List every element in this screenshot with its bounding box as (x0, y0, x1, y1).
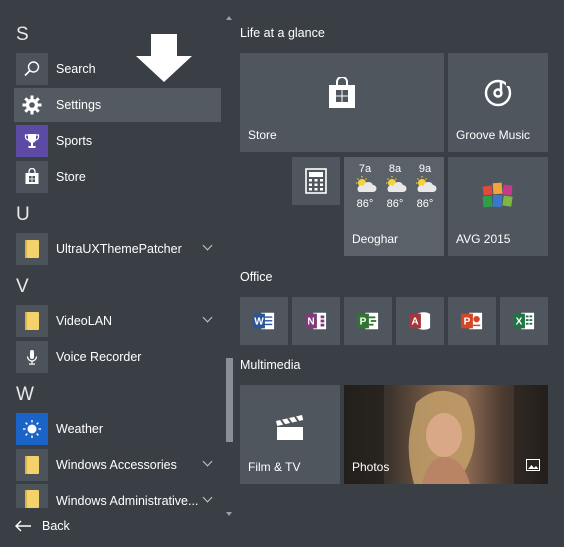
search-icon (16, 53, 48, 85)
folder-icon (16, 305, 48, 337)
scroll-down-icon[interactable] (226, 512, 232, 516)
app-item-label: Windows Administrative... (56, 494, 199, 508)
group-title-office[interactable]: Office (240, 270, 272, 284)
svg-text:X: X (516, 317, 523, 328)
section-letter-s[interactable]: S (16, 24, 29, 46)
app-item-label: Voice Recorder (56, 350, 142, 364)
forecast-time: 8a (388, 163, 402, 175)
photos-badge-icon (526, 458, 540, 476)
project-icon: P (357, 310, 379, 332)
gear-icon (16, 89, 48, 121)
partly-sunny-icon (356, 176, 377, 192)
tile-project[interactable]: P (344, 297, 392, 345)
powerpoint-icon: P (461, 310, 483, 332)
app-item-ultrauxthemepatcher[interactable]: UltraUXThemePatcher (14, 232, 221, 266)
svg-text:A: A (411, 317, 419, 328)
app-item-label: Search (56, 62, 96, 76)
app-item-label: Sports (56, 134, 93, 148)
section-letter-u[interactable]: U (16, 204, 30, 226)
chevron-down-icon[interactable] (202, 312, 213, 323)
svg-text:W: W (254, 317, 264, 328)
groove-disc-icon (448, 53, 548, 132)
app-item-label: Weather (56, 422, 104, 436)
app-item-label: Windows Accessories (56, 458, 177, 472)
tile-label: Photos (352, 460, 390, 474)
back-button[interactable]: Back (14, 514, 70, 538)
app-item-weather[interactable]: Weather (14, 412, 221, 446)
app-item-store[interactable]: Store (14, 160, 221, 194)
tile-weather[interactable]: 7a 86° 8a 86° 9a 86° Deoghar (344, 157, 444, 256)
tile-access[interactable]: A (396, 297, 444, 345)
avg-logo-icon (448, 157, 548, 236)
app-item-label: VideoLAN (56, 314, 113, 328)
forecast-temp: 86° (416, 198, 434, 210)
group-title-multimedia[interactable]: Multimedia (240, 358, 300, 372)
tile-label: Groove Music (456, 128, 531, 142)
forecast-temp: 86° (386, 198, 404, 210)
word-icon: W (253, 310, 275, 332)
scroll-up-icon[interactable] (226, 16, 232, 20)
forecast-hour: 7a 86° (350, 163, 380, 210)
tile-onenote[interactable]: N (292, 297, 340, 345)
back-label: Back (42, 519, 70, 533)
forecast-hour: 8a 86° (380, 163, 410, 210)
partly-sunny-icon (386, 176, 407, 192)
group-title-life[interactable]: Life at a glance (240, 26, 325, 40)
section-letter-v[interactable]: V (16, 276, 29, 298)
pointer-arrow-icon (136, 34, 192, 87)
sun-icon (16, 413, 48, 445)
chevron-down-icon[interactable] (202, 456, 213, 467)
tile-avg[interactable]: AVG 2015 (448, 157, 548, 256)
svg-text:N: N (307, 317, 314, 328)
weather-location: Deoghar (352, 232, 399, 246)
access-icon: A (409, 310, 431, 332)
app-item-label: UltraUXThemePatcher (56, 242, 182, 256)
forecast-temp: 86° (356, 198, 374, 210)
svg-text:P: P (360, 317, 367, 328)
tile-label: Store (248, 128, 277, 142)
tile-groove-music[interactable]: Groove Music (448, 53, 548, 152)
forecast-time: 7a (358, 163, 372, 175)
excel-icon: X (513, 310, 535, 332)
tile-film-tv[interactable]: Film & TV (240, 385, 340, 484)
section-letter-w[interactable]: W (16, 384, 34, 406)
tile-label: AVG 2015 (456, 232, 511, 246)
tile-word[interactable]: W (240, 297, 288, 345)
app-item-windows-administrative[interactable]: Windows Administrative... (14, 484, 221, 508)
folder-icon (16, 484, 48, 508)
app-item-label: Store (56, 170, 86, 184)
tile-photos[interactable]: Photos (344, 385, 548, 484)
app-item-settings[interactable]: Settings (14, 88, 221, 122)
microphone-icon (16, 341, 48, 373)
tile-store[interactable]: Store (240, 53, 444, 152)
store-bag-icon (16, 161, 48, 193)
tile-calculator[interactable] (292, 157, 340, 205)
back-arrow-icon (15, 520, 31, 532)
calculator-icon (292, 157, 340, 205)
tile-excel[interactable]: X (500, 297, 548, 345)
store-bag-icon (240, 53, 444, 132)
app-item-videolan[interactable]: VideoLAN (14, 304, 221, 338)
app-item-voice-recorder[interactable]: Voice Recorder (14, 340, 221, 374)
app-item-label: Settings (56, 98, 102, 112)
app-item-sports[interactable]: Sports (14, 124, 221, 158)
tile-label: Film & TV (248, 460, 301, 474)
chevron-down-icon[interactable] (202, 492, 213, 503)
folder-icon (16, 233, 48, 265)
app-list: S Search Settings Sports Store U UltraUX… (0, 0, 236, 547)
chevron-down-icon[interactable] (202, 240, 213, 251)
scrollbar-thumb[interactable] (226, 358, 233, 442)
trophy-icon (16, 125, 48, 157)
partly-sunny-icon (416, 176, 437, 192)
clapperboard-icon (240, 385, 340, 469)
onenote-icon: N (305, 310, 327, 332)
forecast-hour: 9a 86° (410, 163, 440, 210)
tile-powerpoint[interactable]: P (448, 297, 496, 345)
app-item-windows-accessories[interactable]: Windows Accessories (14, 448, 221, 482)
svg-text:P: P (464, 317, 471, 328)
app-list-scrollbar[interactable] (224, 16, 234, 516)
forecast-time: 9a (418, 163, 432, 175)
folder-icon (16, 449, 48, 481)
